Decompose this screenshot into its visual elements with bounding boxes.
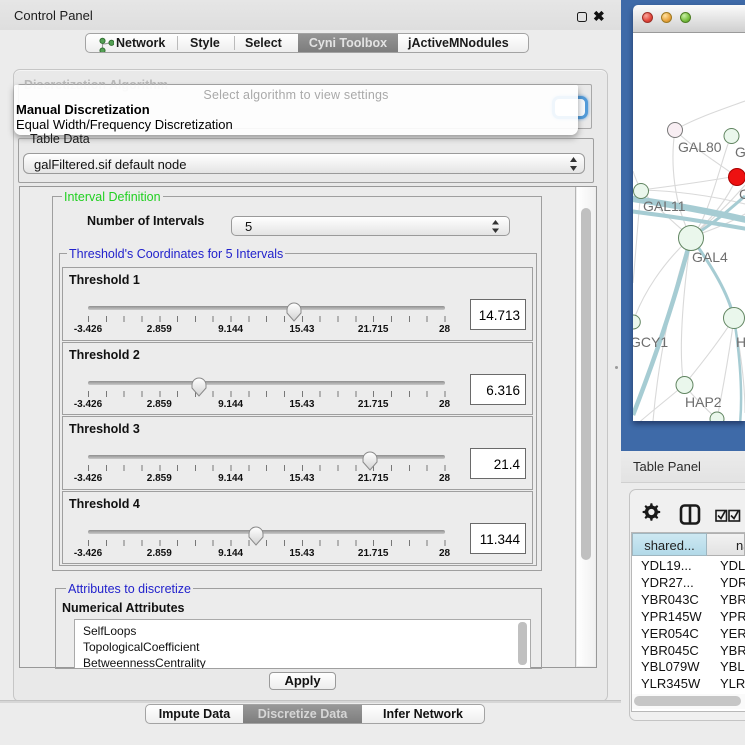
svg-text:GAL80: GAL80 (678, 139, 722, 155)
svg-text:C: C (739, 186, 745, 202)
svg-text:GA: GA (735, 144, 745, 160)
svg-text:GAL11: GAL11 (643, 198, 686, 214)
svg-text:HAP2: HAP2 (685, 394, 722, 410)
svg-text:GCY1: GCY1 (633, 334, 668, 350)
svg-text:HI: HI (736, 334, 745, 350)
svg-text:GAL4: GAL4 (692, 249, 728, 265)
